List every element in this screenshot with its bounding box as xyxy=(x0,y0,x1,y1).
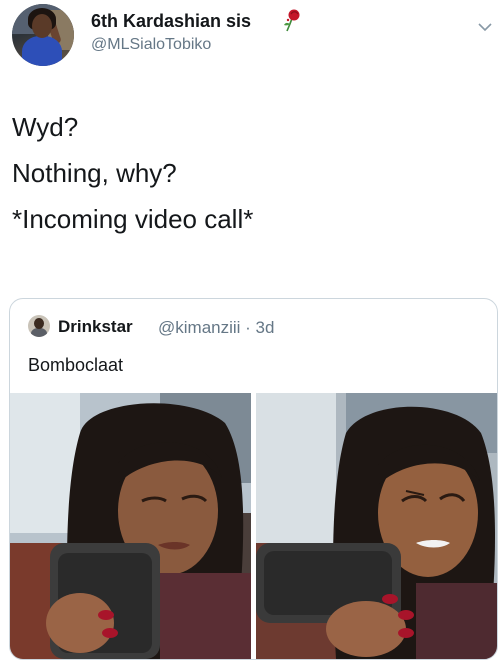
quoted-handle-time[interactable]: @kimanziii · 3d xyxy=(158,318,274,338)
photo-woman-on-phone-squinting[interactable] xyxy=(256,393,497,659)
quoted-avatar[interactable] xyxy=(28,315,50,337)
quoted-text: Bomboclaat xyxy=(28,355,124,375)
tweet-text: Wyd? Nothing, why? *Incoming video call* xyxy=(12,104,253,242)
tweet-line: Nothing, why? xyxy=(12,158,177,188)
display-name[interactable]: 6th Kardashian sis xyxy=(91,11,251,32)
chevron-down-icon[interactable] xyxy=(478,22,492,32)
tweet-line: Wyd? xyxy=(12,112,79,142)
quoted-tweet[interactable]: Drinkstar @kimanziii · 3d Bomboclaat xyxy=(9,298,498,660)
wilted-rose-icon xyxy=(284,9,300,32)
tweet-line: *Incoming video call* xyxy=(12,204,254,234)
tweet-card: 6th Kardashian sis @MLSialoTobiko Wyd? N… xyxy=(0,0,500,660)
user-handle[interactable]: @MLSialoTobiko xyxy=(91,36,211,54)
quoted-display-name[interactable]: Drinkstar xyxy=(58,317,133,337)
photo-woman-on-phone-eyes-closed[interactable] xyxy=(10,393,251,659)
avatar[interactable] xyxy=(12,4,74,66)
